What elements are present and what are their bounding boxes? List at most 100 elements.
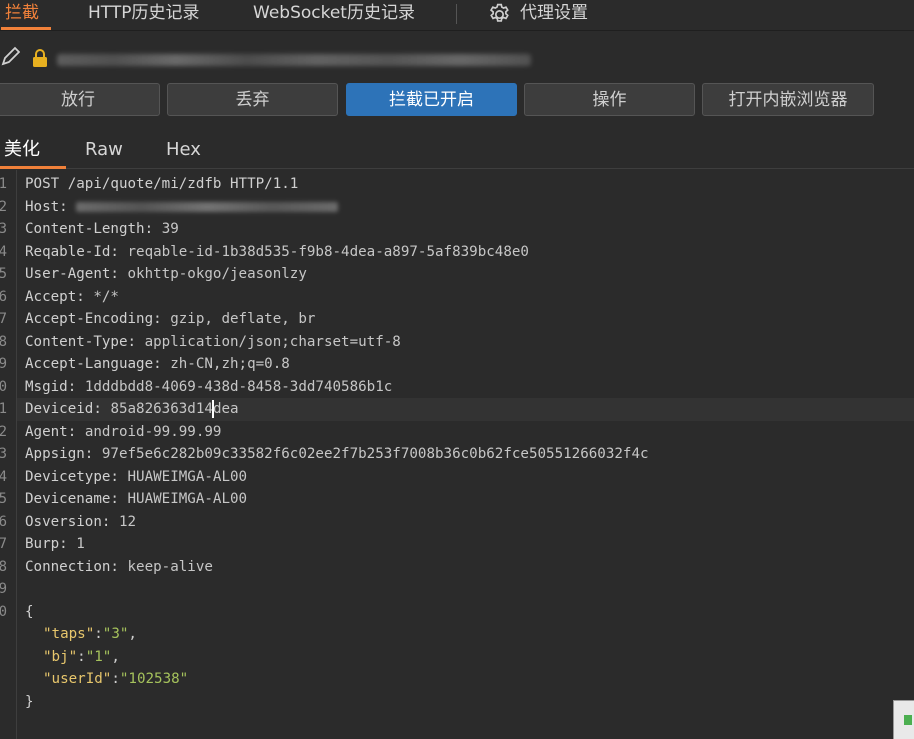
header-line: Agent: android-99.99.99 <box>25 423 222 440</box>
line-number: 0 <box>0 378 7 395</box>
open-browser-button[interactable]: 打开内嵌浏览器 <box>702 83 874 116</box>
line-number: 3 <box>0 446 7 462</box>
line-number: 7 <box>0 536 7 552</box>
json-key: "userId" <box>43 671 112 687</box>
action-button[interactable]: 操作 <box>524 83 695 116</box>
header-value: 1 <box>76 536 85 552</box>
tray-app-icon[interactable] <box>893 700 914 739</box>
url-redacted <box>57 54 531 66</box>
header-key: Devicename <box>25 491 111 507</box>
tab-intercept[interactable]: 拦截 <box>1 0 51 30</box>
pencil-icon[interactable] <box>0 46 20 68</box>
json-line: "userId":"102538" <box>43 671 189 687</box>
header-value: application/json;charset=utf-8 <box>144 333 401 350</box>
request-editor[interactable]: 1 2 3 4 5 6 7 8 9 0 1 2 3 4 5 6 7 8 9 0 … <box>0 170 914 739</box>
header-key: Host: <box>25 198 77 215</box>
header-value: HUAWEIMGA-AL00 <box>127 491 248 507</box>
header-value: HUAWEIMGA-AL00 <box>127 468 248 485</box>
line-number: 1 <box>0 401 7 417</box>
json-value: "1" <box>85 648 112 665</box>
line-number: 1 <box>0 176 7 192</box>
intercept-toggle-button[interactable]: 拦截已开启 <box>346 83 517 116</box>
json-value: "102538" <box>119 671 189 687</box>
line-number: 3 <box>0 221 7 237</box>
proxy-settings-link[interactable]: 代理设置 <box>520 0 588 30</box>
line-number: 4 <box>0 243 7 260</box>
line-number: 0 <box>0 603 7 620</box>
line-number: 9 <box>0 581 7 597</box>
proxy-intercept-window: 拦截 HTTP历史记录 WebSocket历史记录 代理设置 放行 丢弃 拦截已… <box>0 0 914 739</box>
header-key: Deviceid <box>25 401 94 417</box>
header-key: Accept <box>25 288 77 305</box>
header-line: Connection: keep-alive <box>25 558 213 575</box>
drop-button[interactable]: 丢弃 <box>167 83 338 116</box>
header-line: Burp: 1 <box>25 536 85 552</box>
header-value: 97ef5e6c282b09c33582f6c02ee2f7b253f7008b… <box>101 446 649 462</box>
header-value: zh-CN,zh;q=0.8 <box>170 356 290 372</box>
line-number: 9 <box>0 356 7 372</box>
header-value: 85a826363d14 <box>110 401 213 417</box>
header-value: keep-alive <box>127 558 213 575</box>
tab-websocket-history[interactable]: WebSocket历史记录 <box>253 0 415 30</box>
message-view-tabs: 美化 Raw Hex <box>0 135 914 169</box>
line-number: 6 <box>0 288 7 305</box>
header-key: Agent <box>25 423 68 440</box>
header-line: Accept-Language: zh-CN,zh;q=0.8 <box>25 356 290 372</box>
tab-pretty[interactable]: 美化 <box>0 135 66 169</box>
line-number: 2 <box>0 423 7 440</box>
line-number: 5 <box>0 266 7 282</box>
header-host: Host: <box>25 196 339 219</box>
header-value: reqable-id-1b38d535-f9b8-4dea-a897-5af83… <box>127 243 529 260</box>
header-key: Content-Type <box>25 333 128 350</box>
header-key: Reqable-Id <box>25 243 111 260</box>
tab-hex[interactable]: Hex <box>166 135 201 168</box>
header-line: Accept-Encoding: gzip, deflate, br <box>25 311 316 327</box>
header-key: Burp <box>25 536 60 552</box>
header-line: Reqable-Id: reqable-id-1b38d535-f9b8-4de… <box>25 243 529 260</box>
header-key: Osversion <box>25 513 102 530</box>
header-value: 12 <box>118 513 137 530</box>
header-key: User-Agent <box>25 266 111 282</box>
tab-http-history[interactable]: HTTP历史记录 <box>88 0 200 30</box>
top-tab-bar: 拦截 HTTP历史记录 WebSocket历史记录 代理设置 <box>0 0 914 31</box>
header-key: Accept-Encoding <box>25 311 154 327</box>
line-number: 4 <box>0 468 7 485</box>
header-key: Connection <box>25 558 111 575</box>
line-number: 6 <box>0 513 7 530</box>
tab-separator <box>456 4 457 24</box>
host-redacted <box>76 201 339 212</box>
json-close-brace: } <box>25 693 34 710</box>
header-line: Appsign: 97ef5e6c282b09c33582f6c02ee2f7b… <box>25 446 649 462</box>
json-key: "bj" <box>43 648 78 665</box>
header-value: gzip, deflate, br <box>170 311 316 327</box>
header-key: Accept-Language <box>25 356 154 372</box>
line-number: 8 <box>0 333 7 350</box>
forward-button[interactable]: 放行 <box>0 83 160 116</box>
header-line: Content-Length: 39 <box>25 221 179 237</box>
header-value: okhttp-okgo/jeasonlzy <box>127 266 307 282</box>
line-number: 7 <box>0 311 7 327</box>
json-line: "bj":"1", <box>43 648 120 665</box>
header-line: Devicename: HUAWEIMGA-AL00 <box>25 491 248 507</box>
header-line: User-Agent: okhttp-okgo/jeasonlzy <box>25 266 307 282</box>
header-value: android-99.99.99 <box>84 423 222 440</box>
header-key: Devicetype <box>25 468 111 485</box>
line-number: 8 <box>0 558 7 575</box>
json-comma: , <box>128 626 137 642</box>
line-number: 5 <box>0 491 7 507</box>
header-value: dea <box>212 401 239 417</box>
header-line: Msgid: 1dddbdd8-4069-438d-8458-3dd740586… <box>25 378 393 395</box>
json-value: "3" <box>102 626 129 642</box>
json-open-brace: { <box>25 603 34 620</box>
gear-icon[interactable] <box>487 2 512 27</box>
request-line: POST /api/quote/mi/zdfb HTTP/1.1 <box>25 176 299 192</box>
header-line: Accept: */* <box>25 288 119 305</box>
json-key: "taps" <box>43 626 95 642</box>
header-value: 1dddbdd8-4069-438d-8458-3dd740586b1c <box>84 378 393 395</box>
header-key: Msgid <box>25 378 68 395</box>
target-url-bar <box>0 40 914 74</box>
header-line-deviceid: Deviceid: 85a826363d14dea <box>25 400 239 418</box>
header-line: Devicetype: HUAWEIMGA-AL00 <box>25 468 248 485</box>
tab-raw[interactable]: Raw <box>85 135 123 168</box>
header-key: Content-Length <box>25 221 145 237</box>
